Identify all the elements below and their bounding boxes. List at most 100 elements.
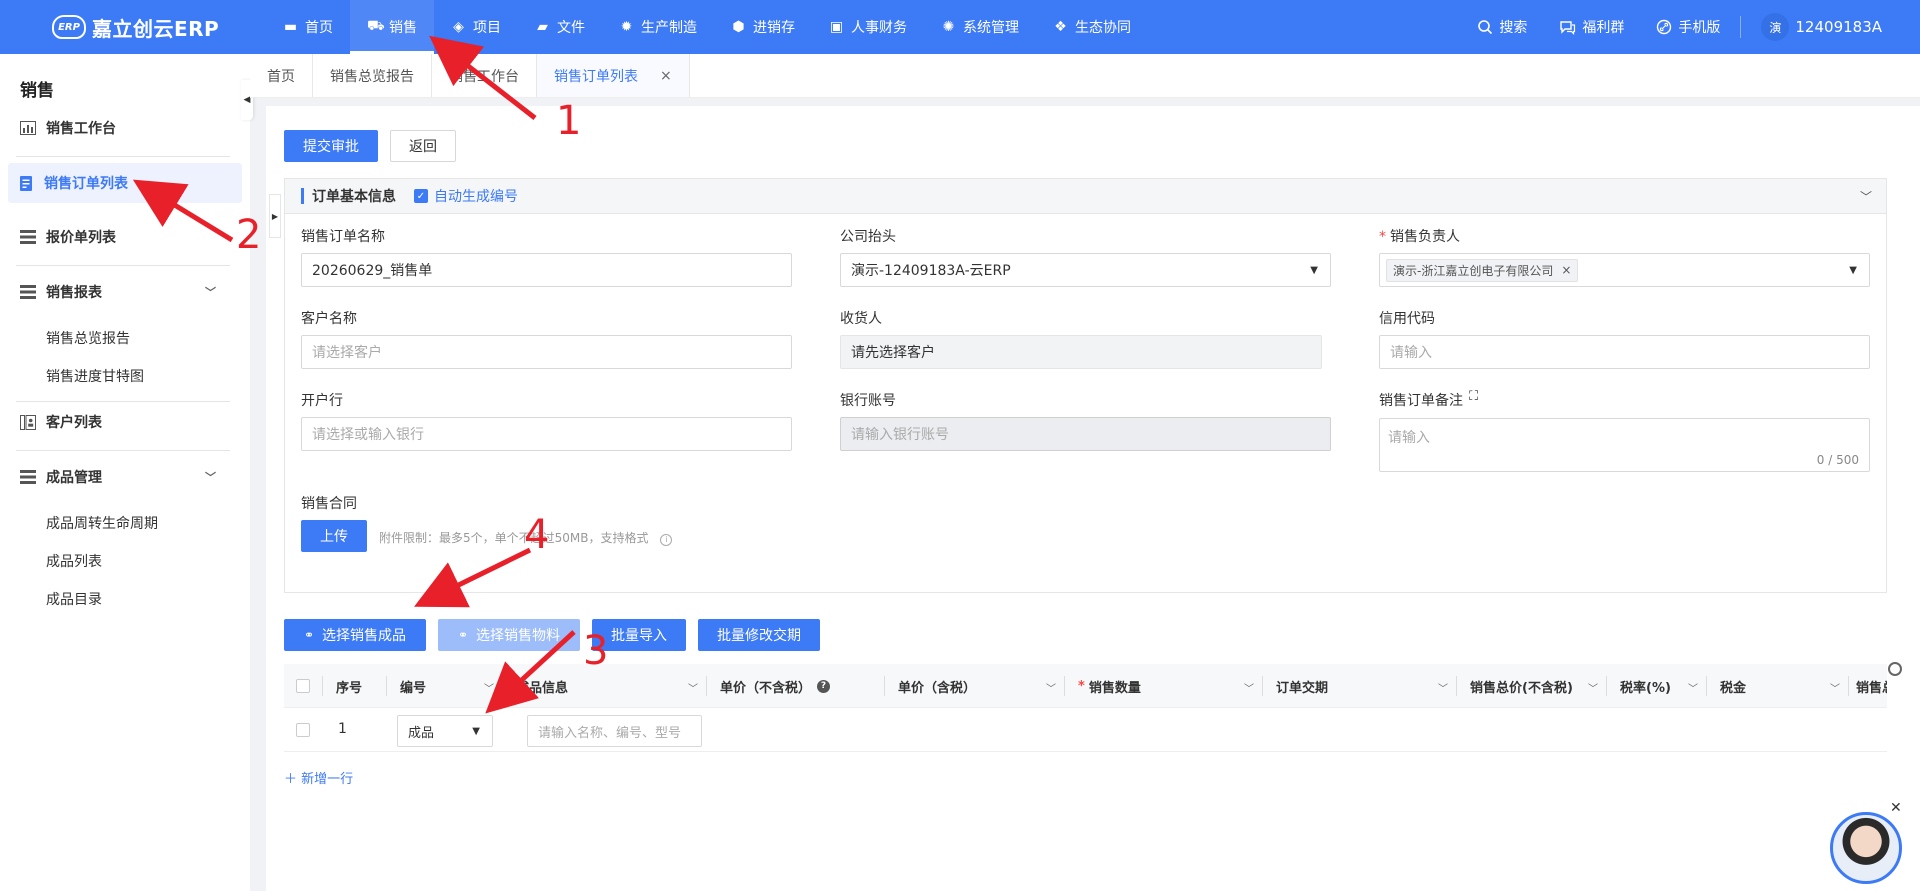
fullscreen-icon[interactable]: ⛶ — [1469, 389, 1478, 404]
product-search-input[interactable]: 请输入名称、编号、型号 — [527, 715, 702, 747]
nav-hr-finance[interactable]: ▣ 人事财务 — [812, 0, 924, 54]
divider — [1262, 676, 1263, 696]
sidebar-subitem-overview-report[interactable]: 销售总览报告 — [46, 328, 130, 348]
divider — [1606, 676, 1607, 696]
nav-system[interactable]: ✺ 系统管理 — [924, 0, 1036, 54]
sidebar-subitem-gantt[interactable]: 销售进度甘特图 — [46, 366, 144, 386]
close-icon[interactable]: ✕ — [1890, 800, 1902, 816]
sidebar: 销售 销售工作台 销售订单列表 报价单列表 销售报表 ﹀ 销售总览报告 销售进度… — [0, 54, 250, 891]
app-logo[interactable]: ERP 嘉立创云ERP — [52, 12, 219, 42]
assistant-avatar[interactable] — [1830, 812, 1902, 884]
nav-sales[interactable]: ⛟ 销售 — [350, 0, 434, 54]
chevron-down-icon[interactable]: ﹀ — [1860, 188, 1872, 205]
company-value: 演示-12409183A-云ERP — [851, 263, 1011, 279]
checkbox[interactable] — [296, 679, 310, 693]
help-icon[interactable]: ? — [817, 679, 831, 693]
credit-code-input[interactable]: 请输入 — [1379, 335, 1870, 369]
header-text: 单价（不含税） — [720, 680, 812, 696]
chevron-down-icon[interactable]: ﹀ — [484, 680, 494, 695]
search-button[interactable]: 搜索 — [1461, 17, 1543, 37]
select-material-button: ⚭ 选择销售物料 — [438, 619, 580, 651]
owner-select[interactable]: 演示-浙江嘉立创电子有限公司 × ▼ — [1379, 253, 1870, 287]
sidebar-item-sales-reports[interactable]: 销售报表 ﹀ — [8, 272, 242, 312]
nav-label: 生产制造 — [641, 20, 697, 36]
chevron-down-icon[interactable]: ﹀ — [1438, 680, 1448, 695]
order-info-header[interactable]: 订单基本信息 ✓ 自动生成编号 ﹀ — [284, 178, 1887, 214]
nav-home[interactable]: ▬ 首页 — [266, 0, 350, 54]
tab-order-list[interactable]: 销售订单列表 × — [537, 54, 690, 97]
chevron-down-icon[interactable]: ﹀ — [1830, 680, 1840, 695]
divider — [16, 265, 230, 266]
owner-tag: 演示-浙江嘉立创电子有限公司 × — [1386, 258, 1579, 282]
chevron-down-icon: ﹀ — [205, 471, 216, 484]
nav-inventory[interactable]: ⬢ 进销存 — [714, 0, 812, 54]
tab-sales-workbench[interactable]: 销售工作台 — [432, 54, 537, 97]
row-checkbox[interactable] — [296, 723, 310, 737]
order-name-input[interactable]: 20260629_销售单 — [301, 253, 792, 287]
sidebar-item-product-management[interactable]: 成品管理 ﹀ — [8, 457, 242, 497]
tab-home[interactable]: 首页 — [250, 54, 313, 97]
nav-files[interactable]: ▰ 文件 — [518, 0, 602, 54]
sidebar-item-order-list[interactable]: 销售订单列表 — [8, 163, 242, 203]
chevron-down-icon: ﹀ — [205, 286, 216, 299]
nav-label: 生态协同 — [1075, 20, 1131, 36]
chevron-down-icon[interactable]: ﹀ — [1244, 680, 1254, 695]
batch-edit-delivery-button[interactable]: 批量修改交期 — [698, 619, 820, 651]
bank-input[interactable]: 请选择或输入银行 — [301, 417, 792, 451]
sidebar-title: 销售 — [20, 81, 54, 101]
nav-ecosystem[interactable]: ❖ 生态协同 — [1036, 0, 1148, 54]
close-icon[interactable]: × — [660, 68, 672, 84]
owner-label: * 销售负责人 — [1379, 226, 1460, 246]
chevron-down-icon[interactable]: ﹀ — [1688, 680, 1698, 695]
annotation-number: 3 — [583, 628, 609, 674]
form-collapse-handle[interactable]: ▶ — [269, 194, 281, 238]
back-button[interactable]: 返回 — [390, 130, 456, 162]
nav-project[interactable]: ◈ 项目 — [434, 0, 518, 54]
divider — [1456, 676, 1457, 696]
auto-number-checkbox[interactable]: ✓ — [414, 189, 428, 203]
list-icon — [20, 470, 36, 484]
chevron-down-icon[interactable]: ﹀ — [688, 680, 698, 695]
sidebar-subitem-lifecycle[interactable]: 成品周转生命周期 — [46, 513, 158, 533]
product-type-value: 成品 — [408, 725, 435, 741]
auto-number-label: 自动生成编号 — [434, 189, 518, 205]
checkbox[interactable] — [296, 723, 310, 737]
info-icon[interactable]: i — [660, 533, 673, 546]
divider — [1706, 676, 1707, 696]
sidebar-item-customers[interactable]: 客户列表 — [8, 402, 242, 442]
document-icon — [20, 175, 32, 191]
gear-icon: ✺ — [942, 19, 955, 35]
chevron-down-icon[interactable]: ﹀ — [1046, 680, 1056, 695]
add-row-button[interactable]: ＋ 新增一行 — [284, 768, 353, 787]
link-icon — [1657, 19, 1672, 35]
tab-sales-overview[interactable]: 销售总览报告 — [313, 54, 432, 97]
close-icon[interactable]: × — [1561, 263, 1571, 277]
sidebar-subitem-product-list[interactable]: 成品列表 — [46, 551, 102, 571]
remark-textarea[interactable]: 请输入 0 / 500 — [1379, 418, 1870, 472]
submit-approval-button[interactable]: 提交审批 — [284, 130, 378, 162]
bank-label: 开户行 — [301, 393, 343, 409]
select-all-checkbox[interactable] — [296, 664, 310, 708]
cart-icon: ⛟ — [367, 18, 385, 34]
main-content: 提交审批 返回 订单基本信息 ✓ 自动生成编号 ﹀ ▶ 销售订单名称 20260… — [266, 106, 1920, 891]
contacts-icon — [20, 414, 36, 430]
nav-manufacturing[interactable]: ✹ 生产制造 — [602, 0, 714, 54]
cloud-logo-icon: ERP — [52, 15, 86, 39]
sidebar-subitem-product-catalog[interactable]: 成品目录 — [46, 589, 102, 609]
remark-placeholder: 请输入 — [1388, 430, 1430, 446]
sidebar-item-quote-list[interactable]: 报价单列表 — [8, 217, 242, 257]
welfare-group-button[interactable]: 福利群 — [1543, 17, 1640, 37]
upload-button[interactable]: 上传 — [301, 520, 367, 552]
company-select[interactable]: 演示-12409183A-云ERP ▼ — [840, 253, 1331, 287]
user-menu[interactable]: 演 12409183A — [1745, 13, 1920, 41]
sidebar-item-workbench[interactable]: 销售工作台 — [8, 108, 242, 148]
nav-label: 文件 — [557, 20, 585, 36]
product-type-select[interactable]: 成品 ▼ — [397, 715, 493, 747]
select-product-button[interactable]: ⚭ 选择销售成品 — [284, 619, 426, 651]
mobile-button[interactable]: 手机版 — [1640, 17, 1736, 37]
chevron-down-icon[interactable]: ﹀ — [1588, 680, 1598, 695]
table-settings-icon[interactable] — [1888, 662, 1902, 676]
customer-input[interactable]: 请选择客户 — [301, 335, 792, 369]
customer-label: 客户名称 — [301, 311, 357, 327]
consignee-label: 收货人 — [840, 311, 882, 327]
